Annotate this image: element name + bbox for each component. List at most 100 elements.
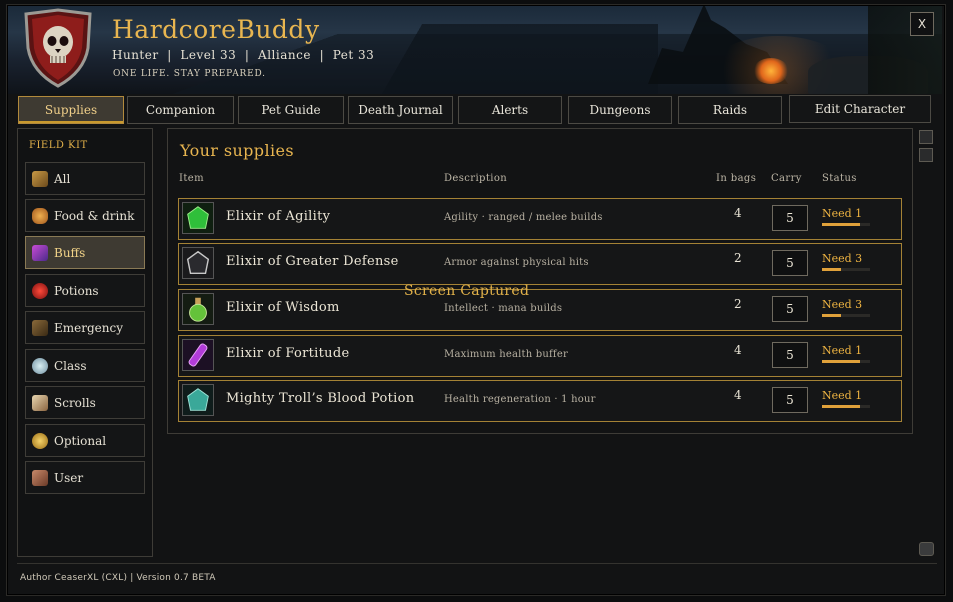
- item-description: Agility · ranged / melee builds: [444, 212, 603, 223]
- status-progress-fill: [822, 405, 861, 408]
- optional-icon: [32, 432, 48, 449]
- carry-input[interactable]: 5: [772, 296, 808, 322]
- skull-shield-logo: [24, 8, 92, 88]
- category-label: Buffs: [54, 245, 86, 260]
- bread-icon: [32, 207, 48, 224]
- user-icon: [32, 469, 48, 486]
- item-name: Mighty Troll’s Blood Potion: [226, 391, 415, 406]
- category-buffs[interactable]: Buffs: [25, 236, 145, 269]
- table-row[interactable]: Elixir of Fortitude Maximum health buffe…: [178, 335, 902, 377]
- category-all[interactable]: All: [25, 162, 145, 195]
- table-row[interactable]: Elixir of Greater Defense Armor against …: [178, 243, 902, 285]
- resize-grip[interactable]: [919, 542, 934, 556]
- carry-input[interactable]: 5: [772, 205, 808, 231]
- scroll-thumb[interactable]: [919, 148, 933, 162]
- item-name: Elixir of Agility: [226, 209, 331, 224]
- tab-pet-guide[interactable]: Pet Guide: [238, 96, 344, 124]
- scroll-icon: [32, 170, 48, 187]
- tab-supplies[interactable]: Supplies: [18, 96, 124, 124]
- category-label: Scrolls: [54, 395, 96, 410]
- category-food-drink[interactable]: Food & drink: [25, 199, 145, 232]
- in-bags-count: 4: [734, 388, 742, 402]
- item-description: Health regeneration · 1 hour: [444, 394, 596, 405]
- carry-input[interactable]: 5: [772, 342, 808, 368]
- app-title: HardcoreBuddy: [112, 15, 320, 44]
- close-button[interactable]: X: [910, 12, 934, 36]
- category-optional[interactable]: Optional: [25, 424, 145, 457]
- emergency-icon: [32, 319, 48, 336]
- category-label: Potions: [54, 283, 99, 298]
- class-icon: [32, 357, 48, 374]
- in-bags-count: 4: [734, 343, 742, 357]
- field-kit-title: FIELD KIT: [29, 140, 88, 151]
- carry-input[interactable]: 5: [772, 250, 808, 276]
- tab-death-journal[interactable]: Death Journal: [348, 96, 453, 124]
- column-header-carry: Carry: [771, 173, 802, 184]
- category-label: Class: [54, 358, 87, 373]
- status-progress-fill: [822, 223, 861, 226]
- field-kit-panel: FIELD KIT All Food & drink Buffs Potions…: [17, 128, 153, 557]
- in-bags-count: 2: [734, 251, 742, 265]
- status-label: Need 1: [822, 207, 863, 220]
- status-progress-bar: [822, 360, 870, 363]
- status-progress-bar: [822, 314, 870, 317]
- buff-icon: [32, 244, 48, 261]
- footer: Author CeaserXL (CXL) | Version 0.7 BETA: [17, 563, 937, 590]
- silver-elixir-icon: [182, 247, 214, 279]
- category-emergency[interactable]: Emergency: [25, 311, 145, 344]
- tagline: ONE LIFE. STAY PREPARED.: [113, 69, 266, 79]
- status-progress-bar: [822, 268, 870, 271]
- section-title: Your supplies: [180, 141, 294, 160]
- teal-potion-icon: [182, 384, 214, 416]
- category-label: All: [54, 171, 71, 186]
- edit-character-button[interactable]: Edit Character: [789, 95, 931, 123]
- category-label: Optional: [54, 433, 107, 448]
- item-name: Elixir of Fortitude: [226, 346, 350, 361]
- green-flask-icon: [182, 293, 214, 325]
- item-name: Elixir of Greater Defense: [226, 254, 399, 269]
- status-progress-bar: [822, 223, 870, 226]
- status-progress-bar: [822, 405, 870, 408]
- column-header-status: Status: [822, 173, 857, 184]
- category-label: User: [54, 470, 84, 485]
- tab-companion[interactable]: Companion: [127, 96, 234, 124]
- item-name: Elixir of Wisdom: [226, 300, 340, 315]
- status-progress-fill: [822, 360, 861, 363]
- column-header-description: Description: [444, 173, 508, 184]
- status-label: Need 1: [822, 389, 863, 402]
- campfire: [753, 58, 789, 84]
- tab-dungeons[interactable]: Dungeons: [568, 96, 672, 124]
- column-header-item: Item: [179, 173, 204, 184]
- column-header-in-bags: In bags: [716, 173, 757, 184]
- status-label: Need 3: [822, 252, 863, 265]
- in-bags-count: 2: [734, 297, 742, 311]
- tab-alerts[interactable]: Alerts: [458, 96, 562, 124]
- character-summary: Hunter | Level 33 | Alliance | Pet 33: [112, 48, 375, 62]
- table-row[interactable]: Mighty Troll’s Blood Potion Health regen…: [178, 380, 902, 422]
- status-label: Need 3: [822, 298, 863, 311]
- potion-icon: [32, 282, 48, 299]
- item-description: Armor against physical hits: [444, 257, 589, 268]
- purple-vial-icon: [182, 339, 214, 371]
- scroll-up-button[interactable]: [919, 130, 933, 144]
- screen-captured-overlay: Screen Captured: [404, 283, 530, 299]
- category-scrolls[interactable]: Scrolls: [25, 386, 145, 419]
- scroll-icon: [32, 394, 48, 411]
- item-description: Intellect · mana builds: [444, 303, 563, 314]
- in-bags-count: 4: [734, 206, 742, 220]
- category-user[interactable]: User: [25, 461, 145, 494]
- category-class[interactable]: Class: [25, 349, 145, 382]
- footer-text: Author CeaserXL (CXL) | Version 0.7 BETA: [20, 573, 216, 583]
- table-row[interactable]: Elixir of Agility Agility · ranged / mel…: [178, 198, 902, 240]
- status-progress-fill: [822, 314, 842, 317]
- category-label: Emergency: [54, 320, 123, 335]
- category-potions[interactable]: Potions: [25, 274, 145, 307]
- item-description: Maximum health buffer: [444, 349, 568, 360]
- carry-input[interactable]: 5: [772, 387, 808, 413]
- category-label: Food & drink: [54, 208, 135, 223]
- tab-raids[interactable]: Raids: [678, 96, 782, 124]
- supplies-panel: Your supplies Item Description In bags C…: [167, 128, 913, 434]
- status-progress-fill: [822, 268, 842, 271]
- table-row[interactable]: Elixir of Wisdom Intellect · mana builds…: [178, 289, 902, 331]
- status-label: Need 1: [822, 344, 863, 357]
